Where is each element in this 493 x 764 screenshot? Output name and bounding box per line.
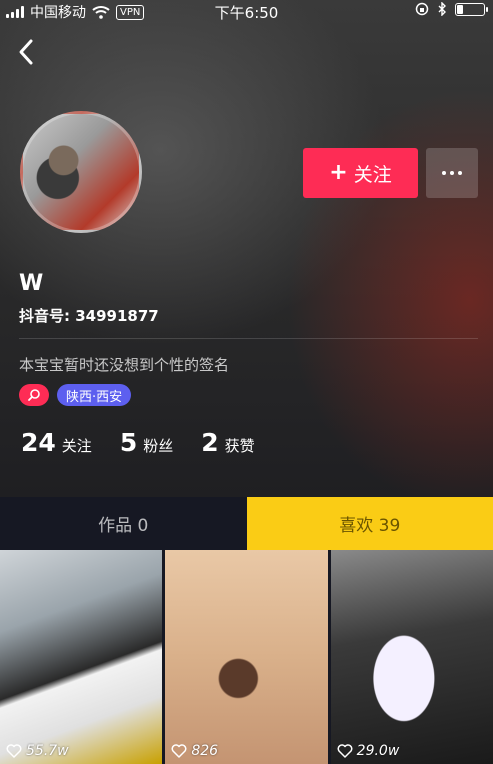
profile-stats: 24 关注 5 粉丝 2 获赞 [21,428,283,457]
video-thumbnail[interactable]: 826 [165,550,328,764]
video-thumbnail[interactable]: 29.0w [330,550,493,764]
stat-label: 关注 [61,437,92,455]
douyin-id: 抖音号: 34991877 [19,307,159,325]
heart-icon [171,744,187,758]
status-bar: 中国移动 VPN 下午6:50 [0,0,493,22]
heart-icon [6,744,22,758]
more-dot-icon [450,171,454,175]
location-tag[interactable]: 陕西·西安 [57,384,132,406]
profile-tabs: 作品 0 喜欢 39 [0,497,493,550]
plus-icon: + [329,160,348,185]
bluetooth-icon [438,2,446,16]
more-button[interactable] [426,148,478,198]
video-grid: 55.7w 826 29.0w [0,550,493,764]
like-count-text: 826 [191,743,219,759]
like-count-text: 29.0w [356,743,400,759]
video-thumbnail[interactable]: 55.7w [0,550,163,764]
like-count-text: 55.7w [26,743,69,759]
stat-following[interactable]: 24 关注 [21,428,92,457]
search-icon [28,389,40,401]
heart-icon [337,744,353,758]
profile-tags: 陕西·西安 [19,384,132,406]
orientation-lock-icon [415,2,429,16]
like-count: 29.0w [337,743,400,759]
stat-number: 2 [201,428,219,457]
avatar[interactable] [20,111,142,233]
more-dot-icon [458,171,462,175]
signature: 本宝宝暂时还没想到个性的签名 [19,356,230,374]
search-tag[interactable] [19,384,49,406]
like-count: 826 [171,743,218,759]
back-arrow-icon[interactable] [14,38,38,66]
stat-number: 24 [21,428,56,457]
stat-label: 粉丝 [143,437,174,455]
stat-likes-received: 2 获赞 [201,428,254,457]
stat-label: 获赞 [224,437,255,455]
stat-followers[interactable]: 5 粉丝 [120,428,173,457]
stat-number: 5 [119,428,138,457]
follow-label: 关注 [353,163,392,186]
tab-works[interactable]: 作品 0 [0,497,247,550]
profile-header-background [0,0,493,497]
like-count: 55.7w [6,743,69,759]
battery-icon [455,2,488,16]
more-dot-icon [442,171,446,175]
tab-likes[interactable]: 喜欢 39 [246,497,493,550]
nickname: W [19,271,44,296]
divider [19,338,478,339]
follow-button[interactable]: + 关注 [303,148,418,198]
